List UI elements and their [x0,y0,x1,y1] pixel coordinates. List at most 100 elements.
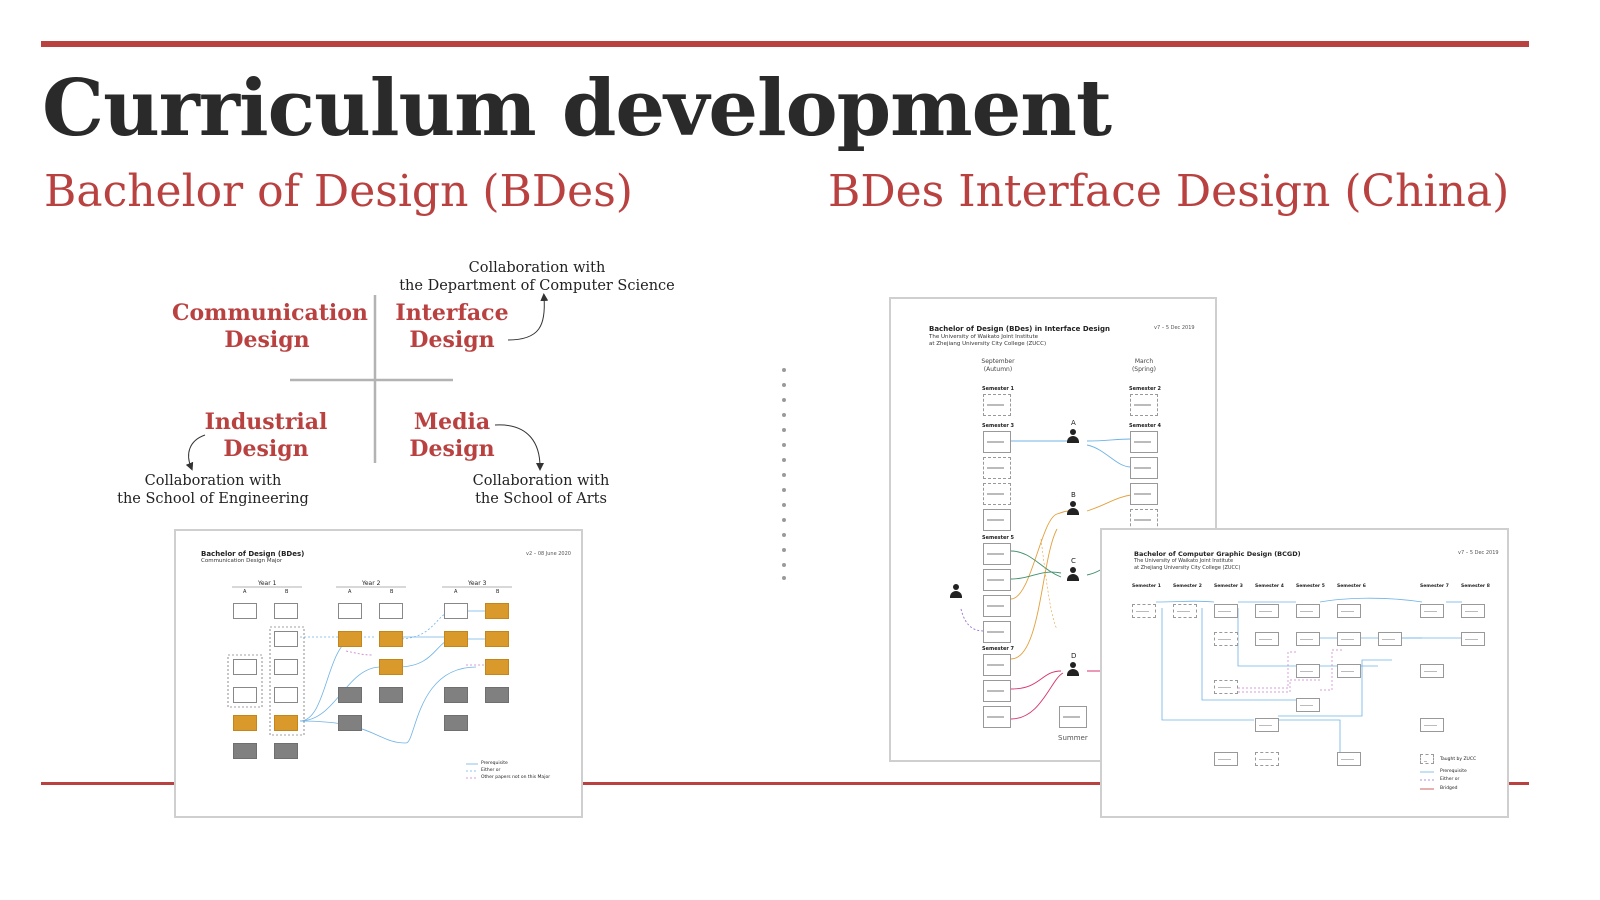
paper-box [1296,698,1320,712]
person-icon [1066,501,1080,515]
paper-box [1461,632,1485,646]
paper-box [1337,632,1361,646]
person-c-label: C [1071,557,1076,565]
paper-box-core [485,631,509,647]
paper-box [983,543,1011,565]
person-icon [1066,567,1080,581]
paper-box-core [379,631,403,647]
paper-box-elective [233,743,257,759]
paper-box [1337,752,1361,766]
person-d-label: D [1071,652,1077,660]
legend-taught-by-zucc: Taught by ZUCC [1440,757,1477,762]
paper-box [1130,394,1158,416]
quadrant-interface-design: Interface Design [395,300,509,353]
paper-box-elective [338,687,362,703]
paper-box [444,603,468,619]
bdes-curriculum-map: Bachelor of Design (BDes) Communication … [174,529,583,818]
legend-either-or: Either or [1440,777,1460,782]
paper-box [1420,718,1444,732]
quadrant-industrial-design: Industrial Design [204,409,328,462]
person-icon [1066,429,1080,443]
paper-box [1130,431,1158,453]
subtitle-left: Bachelor of Design (BDes) [44,166,633,217]
semester-5-label: Semester 5 [982,535,1015,541]
paper-box-core [233,715,257,731]
paper-box [1130,483,1158,505]
paper-box-elective [444,715,468,731]
paper-box-core [338,631,362,647]
person-b-label: B [1071,491,1076,499]
semester-2-label: Semester 2 [1129,386,1162,392]
paper-box [1214,632,1238,646]
paper-box [1461,604,1485,618]
paper-box [1059,706,1087,728]
paper-box [1214,604,1238,618]
paper-box [983,431,1011,453]
paper-box [233,659,257,675]
semester-4-label: Semester 4 [1129,423,1162,429]
paper-box [983,509,1011,531]
paper-box [274,659,298,675]
legend-prerequisite: Prerequisite [1440,769,1467,774]
col-a-y1: A [243,589,247,595]
paper-box [983,394,1011,416]
bcgd-curriculum-map: Bachelor of Computer Graphic Design (BCG… [1100,528,1509,818]
paper-box [1378,632,1402,646]
paper-box [1173,604,1197,618]
paper-box-core [274,715,298,731]
paper-box [983,680,1011,702]
paper-box [1337,664,1361,678]
paper-box [1214,752,1238,766]
paper-box [1296,632,1320,646]
paper-box-elective [338,715,362,731]
paper-box [1420,664,1444,678]
paper-box [1255,718,1279,732]
paper-box [1255,632,1279,646]
person-icon [949,584,963,598]
paper-box [983,621,1011,643]
col-b-y3: B [496,589,500,595]
paper-box [1132,604,1156,618]
paper-box-core [485,603,509,619]
paper-box [983,706,1011,728]
paper-box [983,595,1011,617]
paper-box [379,603,403,619]
legend-bridged: Bridged [1440,786,1458,791]
quadrant-communication-design: Communication Design [172,300,368,353]
bottom-rule-left [41,782,176,785]
paper-box-elective [444,687,468,703]
paper-box [983,654,1011,676]
paper-box [983,483,1011,505]
paper-box [233,603,257,619]
semester-3-label: Semester 3 [982,423,1015,429]
semester-1-label: Semester 1 [982,386,1015,392]
dotted-divider [782,368,786,582]
bottom-rule-right [1507,782,1529,785]
paper-box [274,603,298,619]
paper-box-core [444,631,468,647]
col-a-y2: A [348,589,352,595]
paper-box [1255,752,1279,766]
paper-box [274,631,298,647]
paper-box [338,603,362,619]
legend-taught-box [1420,754,1434,764]
paper-box [1214,680,1238,694]
paper-box [1296,604,1320,618]
paper-box-elective [274,743,298,759]
paper-box [1130,457,1158,479]
collab-arts: Collaboration with the School of Arts [472,473,610,507]
col-a-y3: A [454,589,458,595]
bottom-rule-mid [582,782,1102,785]
paper-box [1255,604,1279,618]
col-b-y1: B [285,589,289,595]
collab-engineering: Collaboration with the School of Enginee… [117,473,309,507]
collab-computer-science: Collaboration with the Department of Com… [399,260,675,294]
paper-box [1337,604,1361,618]
legend-other-papers: Other papers not on this Major [481,775,551,780]
person-a-label: A [1071,419,1076,427]
paper-box-elective [379,687,403,703]
paper-box [233,687,257,703]
paper-box-core [485,659,509,675]
paper-box-core [379,659,403,675]
paper-box [983,457,1011,479]
